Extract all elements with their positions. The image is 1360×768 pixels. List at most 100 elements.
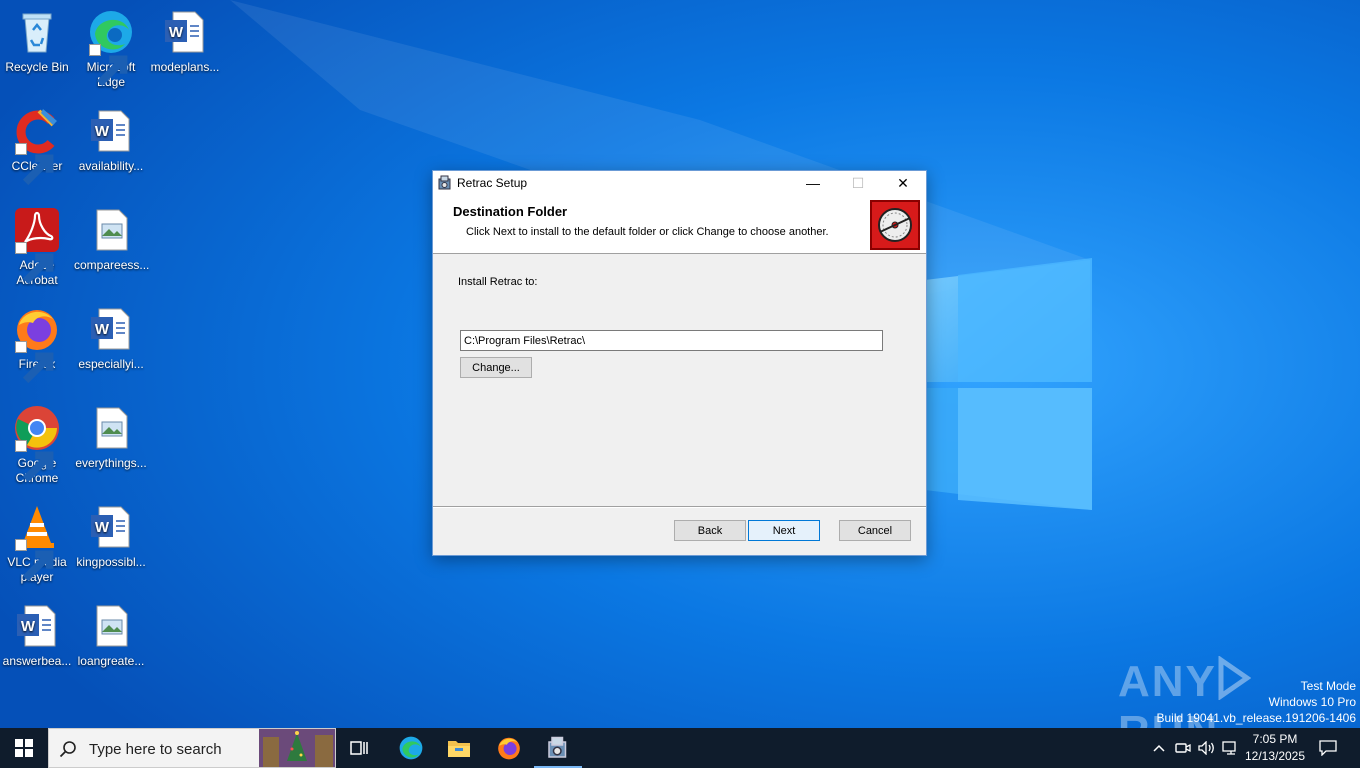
desktop-icon-loangreate[interactable]: loangreate... bbox=[74, 602, 148, 669]
desktop-icon-label: availability... bbox=[78, 159, 144, 173]
change-button[interactable]: Change... bbox=[460, 357, 532, 378]
desktop-icon-label: modeplans... bbox=[150, 60, 220, 74]
desktop-icon-label: answerbea... bbox=[2, 654, 72, 668]
firefox-icon bbox=[13, 305, 61, 384]
maximize-button[interactable]: ☐ bbox=[835, 171, 881, 195]
desktop-icon-edge[interactable]: Microsoft Edge bbox=[74, 8, 148, 90]
setup-disc-icon bbox=[870, 200, 920, 250]
taskbar-edge[interactable] bbox=[387, 728, 435, 768]
image-file-icon bbox=[87, 404, 135, 452]
chrome-icon bbox=[13, 404, 61, 483]
back-button[interactable]: Back bbox=[674, 520, 746, 541]
shortcut-arrow-icon bbox=[15, 440, 54, 483]
taskbar-firefox[interactable] bbox=[485, 728, 533, 768]
desktop-icon-vlc[interactable]: VLC media player bbox=[0, 503, 74, 585]
tray-meet-now[interactable] bbox=[1172, 728, 1194, 768]
test-mode-label: Test Mode bbox=[1300, 679, 1356, 693]
recycle-bin-icon bbox=[13, 8, 61, 56]
shortcut-arrow-icon bbox=[15, 242, 54, 285]
word-doc-icon: W bbox=[161, 8, 209, 56]
installer-icon bbox=[437, 175, 453, 191]
svg-text:W: W bbox=[95, 321, 110, 338]
taskbar-search-box[interactable]: Type here to search bbox=[48, 728, 336, 768]
close-button[interactable]: ✕ bbox=[880, 171, 926, 195]
svg-text:W: W bbox=[169, 24, 184, 41]
desktop-icon-recycle-bin[interactable]: Recycle Bin bbox=[0, 8, 74, 75]
clock-date: 12/13/2025 bbox=[1244, 749, 1306, 763]
dialog-titlebar[interactable]: Retrac Setup — ☐ ✕ bbox=[433, 171, 926, 195]
search-placeholder: Type here to search bbox=[89, 741, 222, 758]
edge-icon bbox=[399, 736, 423, 760]
desktop-icon-everythings[interactable]: everythings... bbox=[74, 404, 148, 471]
maximize-icon: ☐ bbox=[851, 174, 865, 191]
firefox-icon bbox=[498, 737, 520, 760]
start-button[interactable] bbox=[0, 728, 48, 768]
desktop-icon-label: loangreate... bbox=[77, 654, 145, 668]
dialog-header: Destination Folder Click Next to install… bbox=[433, 195, 926, 254]
search-highlight-image bbox=[259, 729, 335, 767]
vlc-icon bbox=[13, 503, 61, 582]
desktop-icon-label: kingpossibl... bbox=[76, 555, 146, 569]
shortcut-arrow-icon bbox=[15, 341, 54, 384]
desktop-icon-firefox[interactable]: Firefox bbox=[0, 305, 74, 384]
desktop-icon-modeplans[interactable]: W modeplans... bbox=[148, 8, 222, 75]
taskbar-clock[interactable]: 7:05 PM 12/13/2025 bbox=[1240, 731, 1310, 765]
desktop-icon-label: especiallyi... bbox=[78, 357, 144, 371]
desktop-icon-label: compareess... bbox=[74, 258, 150, 272]
setup-dialog: Retrac Setup — ☐ ✕ Destination Folder Cl… bbox=[432, 170, 927, 556]
minimize-icon: — bbox=[806, 175, 820, 191]
word-doc-icon: W bbox=[87, 107, 135, 155]
desktop-icon-label: Recycle Bin bbox=[5, 60, 69, 74]
desktop-icon-kingpossibl[interactable]: W kingpossibl... bbox=[74, 503, 148, 570]
header-description: Click Next to install to the default fol… bbox=[466, 226, 829, 238]
svg-text:W: W bbox=[95, 519, 110, 536]
windows-logo-icon bbox=[15, 739, 33, 757]
header-title: Destination Folder bbox=[453, 204, 568, 219]
build-label: Build 19041.vb_release.191206-1406 bbox=[1156, 711, 1357, 725]
volume-icon bbox=[1198, 741, 1214, 755]
cancel-button[interactable]: Cancel bbox=[839, 520, 911, 541]
taskbar-task-view[interactable] bbox=[336, 728, 384, 768]
ccleaner-icon bbox=[13, 107, 61, 186]
tray-volume[interactable] bbox=[1196, 728, 1218, 768]
next-button[interactable]: Next bbox=[748, 520, 820, 541]
desktop-icon-ccleaner[interactable]: CCleaner bbox=[0, 107, 74, 186]
shortcut-arrow-icon bbox=[15, 539, 54, 582]
desktop-icon-chrome[interactable]: Google Chrome bbox=[0, 404, 74, 486]
tray-network[interactable] bbox=[1220, 728, 1242, 768]
task-view-icon bbox=[350, 741, 368, 755]
chevron-up-icon bbox=[1153, 744, 1165, 752]
acrobat-icon bbox=[13, 206, 61, 285]
os-edition-label: Windows 10 Pro bbox=[1268, 695, 1356, 709]
dialog-title: Retrac Setup bbox=[457, 176, 528, 190]
test-mode-notice: Test Mode Windows 10 Pro Build 19041.vb_… bbox=[1157, 678, 1357, 726]
install-location-label: Install Retrac to: bbox=[458, 276, 538, 288]
action-center-button[interactable] bbox=[1310, 728, 1346, 768]
desktop-icon-compareess[interactable]: compareess... bbox=[74, 206, 150, 273]
svg-text:W: W bbox=[21, 618, 36, 635]
image-file-icon bbox=[87, 206, 135, 254]
tray-show-hidden-icons[interactable] bbox=[1148, 728, 1170, 768]
setup-installer-icon bbox=[548, 736, 567, 758]
notification-icon bbox=[1319, 740, 1337, 756]
desktop-icon-availability[interactable]: W availability... bbox=[74, 107, 148, 174]
file-explorer-icon bbox=[448, 741, 470, 757]
shortcut-arrow-icon bbox=[89, 44, 128, 87]
minimize-button[interactable]: — bbox=[790, 171, 836, 195]
desktop-icon-acrobat[interactable]: Adobe Acrobat bbox=[0, 206, 74, 288]
word-doc-icon: W bbox=[13, 602, 61, 650]
desktop-icon-answerbea[interactable]: W answerbea... bbox=[0, 602, 74, 669]
shortcut-arrow-icon bbox=[15, 143, 54, 186]
network-icon bbox=[1222, 741, 1236, 755]
word-doc-icon: W bbox=[87, 503, 135, 551]
taskbar-file-explorer[interactable] bbox=[435, 728, 483, 768]
clock-time: 7:05 PM bbox=[1252, 732, 1298, 746]
image-file-icon bbox=[87, 602, 135, 650]
meet-now-icon bbox=[1175, 743, 1191, 753]
svg-text:W: W bbox=[95, 123, 110, 140]
desktop-icon-especially[interactable]: W especiallyi... bbox=[74, 305, 148, 372]
taskbar-setup-installer[interactable] bbox=[534, 728, 582, 768]
desktop-icon-label: everythings... bbox=[75, 456, 147, 470]
word-doc-icon: W bbox=[87, 305, 135, 353]
install-path-field[interactable] bbox=[460, 330, 883, 351]
